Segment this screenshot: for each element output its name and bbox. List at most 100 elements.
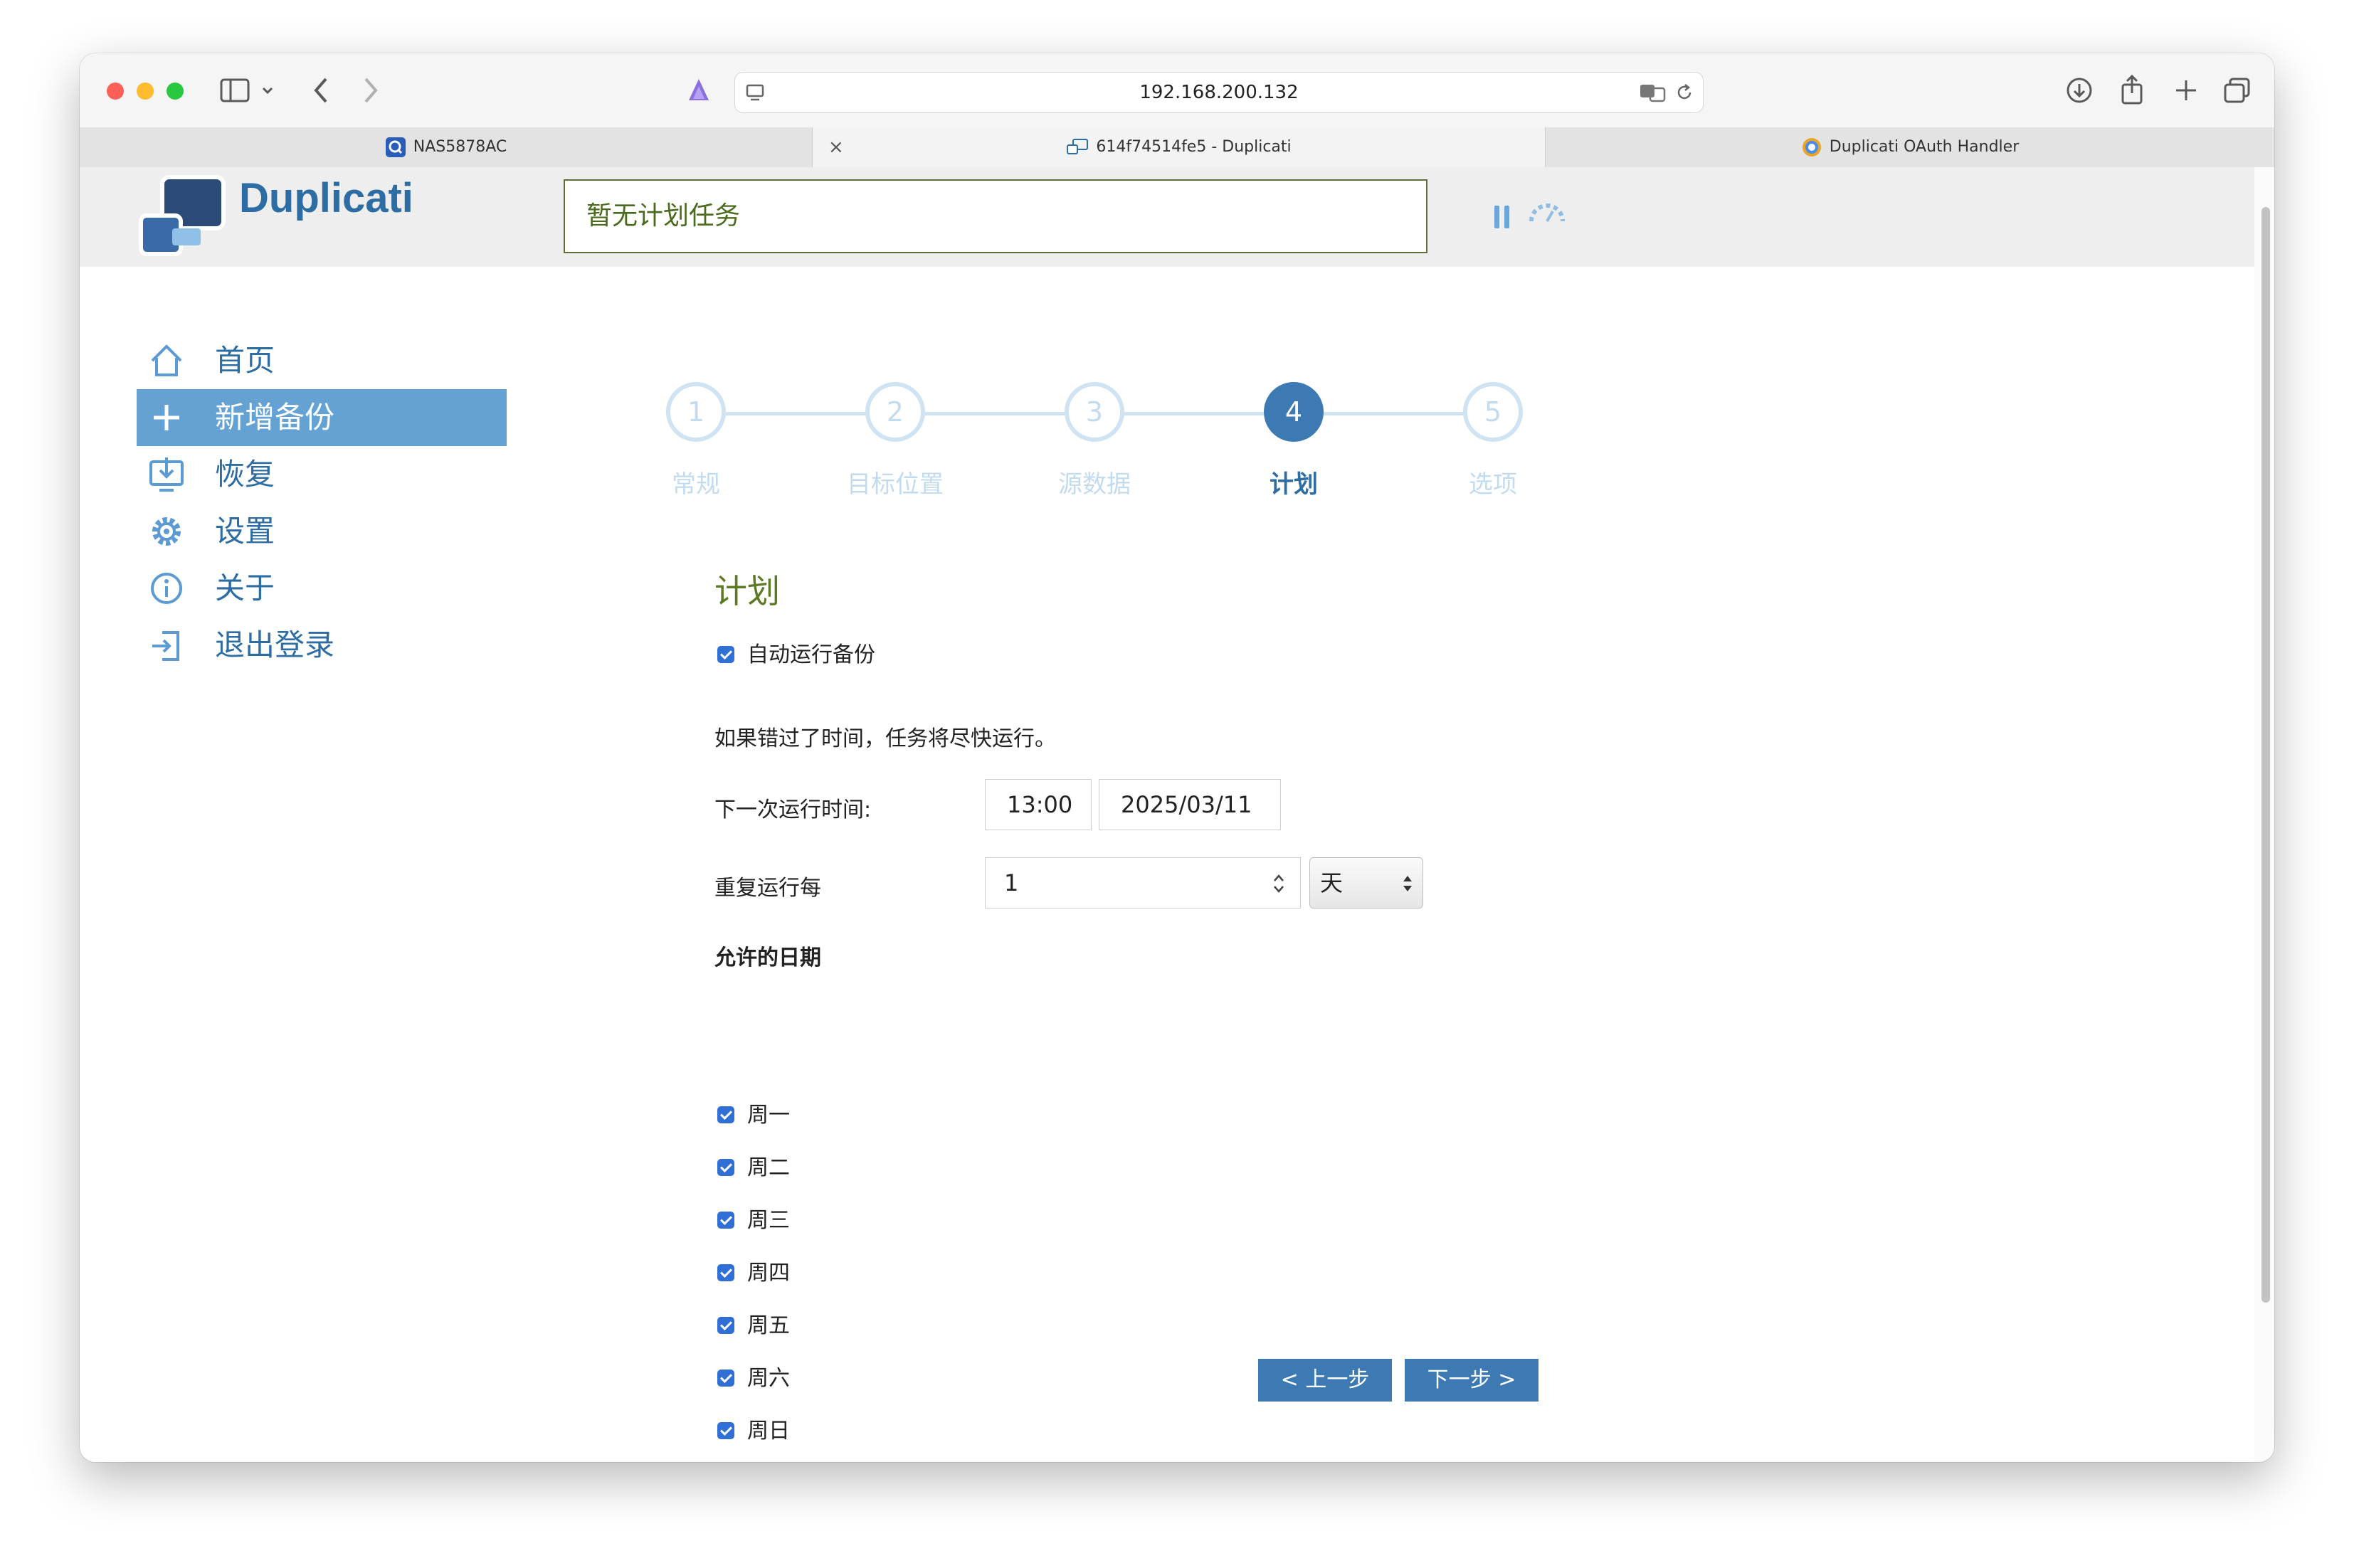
day-checkbox-tue[interactable] bbox=[717, 1158, 734, 1176]
previous-step-button[interactable]: < 上一步 bbox=[1258, 1359, 1392, 1402]
allowed-days-label: 允许的日期 bbox=[714, 945, 821, 970]
nas-icon bbox=[385, 137, 406, 157]
browser-window: 192.168.200.132 NAS5878AC × 614f74514fe5… bbox=[80, 53, 2274, 1462]
step-5-label[interactable]: 选项 bbox=[1422, 465, 1564, 499]
sidebar-item-settings[interactable]: 设置 bbox=[137, 503, 507, 560]
day-row-tue[interactable]: 周二 bbox=[717, 1154, 790, 1182]
step-connector bbox=[726, 412, 868, 415]
day-row-thu[interactable]: 周四 bbox=[717, 1259, 790, 1288]
tab-label: Duplicati OAuth Handler bbox=[1829, 138, 2020, 156]
tab-label: NAS5878AC bbox=[413, 138, 507, 156]
repeat-value: 1 bbox=[1004, 869, 1019, 896]
minimize-window-button[interactable] bbox=[137, 83, 154, 100]
tab-overview-icon[interactable] bbox=[2222, 76, 2253, 105]
maximize-window-button[interactable] bbox=[167, 83, 184, 100]
tab-strip: NAS5878AC × 614f74514fe5 - Duplicati Dup… bbox=[80, 127, 2274, 168]
repeat-unit-select[interactable]: 天 bbox=[1309, 857, 1423, 909]
tab-duplicati[interactable]: × 614f74514fe5 - Duplicati bbox=[813, 127, 1546, 167]
auto-run-checkbox[interactable] bbox=[717, 645, 734, 663]
step-connector bbox=[1121, 412, 1264, 415]
throttle-icon[interactable] bbox=[1527, 200, 1567, 228]
back-icon[interactable] bbox=[310, 75, 332, 106]
day-label: 周三 bbox=[747, 1208, 790, 1233]
reload-icon[interactable] bbox=[1674, 83, 1694, 102]
day-row-sat[interactable]: 周六 bbox=[717, 1365, 790, 1393]
next-run-time-input[interactable]: 13:00 bbox=[985, 779, 1092, 830]
sidebar-item-label: 退出登录 bbox=[215, 627, 335, 662]
select-arrows-icon bbox=[1403, 876, 1412, 891]
section-title: 计划 bbox=[714, 572, 780, 610]
sidebar-item-home[interactable]: 首页 bbox=[137, 332, 507, 389]
scrollbar-thumb[interactable] bbox=[2261, 207, 2270, 1303]
step-5-circle[interactable]: 5 bbox=[1463, 382, 1523, 442]
stepper-arrows-icon[interactable] bbox=[1272, 872, 1286, 895]
duplicati-app: Duplicati 暂无计划任务 首页 新增备份 恢复 设置 关于 退出登录 1… bbox=[80, 167, 2254, 1462]
day-label: 周四 bbox=[747, 1261, 790, 1286]
day-checkbox-sun[interactable] bbox=[717, 1421, 734, 1439]
next-run-label: 下一次运行时间: bbox=[714, 798, 872, 822]
day-checkbox-mon[interactable] bbox=[717, 1106, 734, 1123]
forward-icon[interactable] bbox=[360, 75, 381, 106]
page-scrollbar[interactable] bbox=[2254, 167, 2274, 1462]
day-row-fri[interactable]: 周五 bbox=[717, 1312, 790, 1340]
app-header: Duplicati 暂无计划任务 bbox=[80, 167, 2254, 267]
day-row-sun[interactable]: 周日 bbox=[717, 1417, 790, 1446]
day-row-mon[interactable]: 周一 bbox=[717, 1101, 790, 1130]
gear-icon bbox=[152, 517, 181, 546]
day-label: 周日 bbox=[747, 1419, 790, 1443]
auto-run-label: 自动运行备份 bbox=[747, 642, 875, 667]
download-icon[interactable] bbox=[2065, 76, 2094, 105]
sidebar-item-label: 恢复 bbox=[215, 457, 275, 492]
chevron-down-icon[interactable] bbox=[260, 83, 275, 97]
translate-icon[interactable] bbox=[1639, 83, 1667, 102]
duplicati-icon bbox=[1067, 139, 1089, 154]
step-2-label[interactable]: 目标位置 bbox=[824, 465, 966, 499]
url-text: 192.168.200.132 bbox=[1139, 82, 1299, 103]
step-connector bbox=[925, 412, 1065, 415]
repeat-value-stepper[interactable]: 1 bbox=[985, 857, 1301, 909]
close-window-button[interactable] bbox=[107, 83, 124, 100]
new-tab-icon[interactable] bbox=[2172, 76, 2200, 105]
day-label: 周六 bbox=[747, 1366, 790, 1391]
step-3-circle[interactable]: 3 bbox=[1065, 382, 1124, 442]
sidebar-item-label: 关于 bbox=[215, 571, 275, 605]
step-3-label[interactable]: 源数据 bbox=[1023, 465, 1166, 499]
sidebar-item-label: 设置 bbox=[215, 514, 275, 549]
next-step-button[interactable]: 下一步 > bbox=[1405, 1359, 1538, 1402]
oauth-icon bbox=[1802, 138, 1821, 157]
day-checkbox-sat[interactable] bbox=[717, 1369, 734, 1387]
duplicati-logo-icon bbox=[139, 175, 226, 256]
app-name: Duplicati bbox=[239, 175, 413, 221]
tab-label: 614f74514fe5 - Duplicati bbox=[1096, 138, 1292, 156]
pause-icon[interactable] bbox=[1492, 204, 1513, 230]
plus-icon bbox=[154, 405, 179, 430]
sidebar-item-restore[interactable]: 恢复 bbox=[137, 446, 507, 503]
auto-run-row[interactable]: 自动运行备份 bbox=[717, 641, 875, 669]
day-row-wed[interactable]: 周三 bbox=[717, 1207, 790, 1235]
step-2-circle[interactable]: 2 bbox=[865, 382, 925, 442]
step-1-circle[interactable]: 1 bbox=[666, 382, 726, 442]
day-label: 周五 bbox=[747, 1313, 790, 1338]
address-bar[interactable]: 192.168.200.132 bbox=[734, 72, 1704, 113]
sidebar-item-logout[interactable]: 退出登录 bbox=[137, 617, 507, 674]
status-box: 暂无计划任务 bbox=[564, 179, 1427, 253]
tab-nas[interactable]: NAS5878AC bbox=[80, 127, 813, 167]
extension-icon[interactable] bbox=[685, 76, 713, 105]
step-connector bbox=[1321, 412, 1463, 415]
sidebar-item-add-backup[interactable]: 新增备份 bbox=[137, 389, 507, 446]
share-icon[interactable] bbox=[2118, 73, 2146, 106]
step-4-label[interactable]: 计划 bbox=[1223, 465, 1365, 499]
sidebar-toggle-icon[interactable] bbox=[219, 76, 250, 105]
sidebar-item-about[interactable]: 关于 bbox=[137, 560, 507, 617]
day-checkbox-wed[interactable] bbox=[717, 1211, 734, 1229]
missed-note: 如果错过了时间，任务将尽快运行。 bbox=[714, 726, 1056, 751]
step-1-label[interactable]: 常规 bbox=[625, 465, 767, 499]
step-4-circle[interactable]: 4 bbox=[1264, 382, 1324, 442]
tab-oauth[interactable]: Duplicati OAuth Handler bbox=[1546, 127, 2274, 167]
day-checkbox-fri[interactable] bbox=[717, 1316, 734, 1334]
browser-toolbar: 192.168.200.132 bbox=[80, 53, 2274, 128]
close-tab-icon[interactable]: × bbox=[828, 127, 844, 167]
next-run-date-input[interactable]: 2025/03/11 bbox=[1099, 779, 1281, 830]
wizard-steps: 1 2 3 4 5 常规 目标位置 源数据 计划 选项 bbox=[635, 349, 1631, 520]
day-checkbox-thu[interactable] bbox=[717, 1264, 734, 1281]
